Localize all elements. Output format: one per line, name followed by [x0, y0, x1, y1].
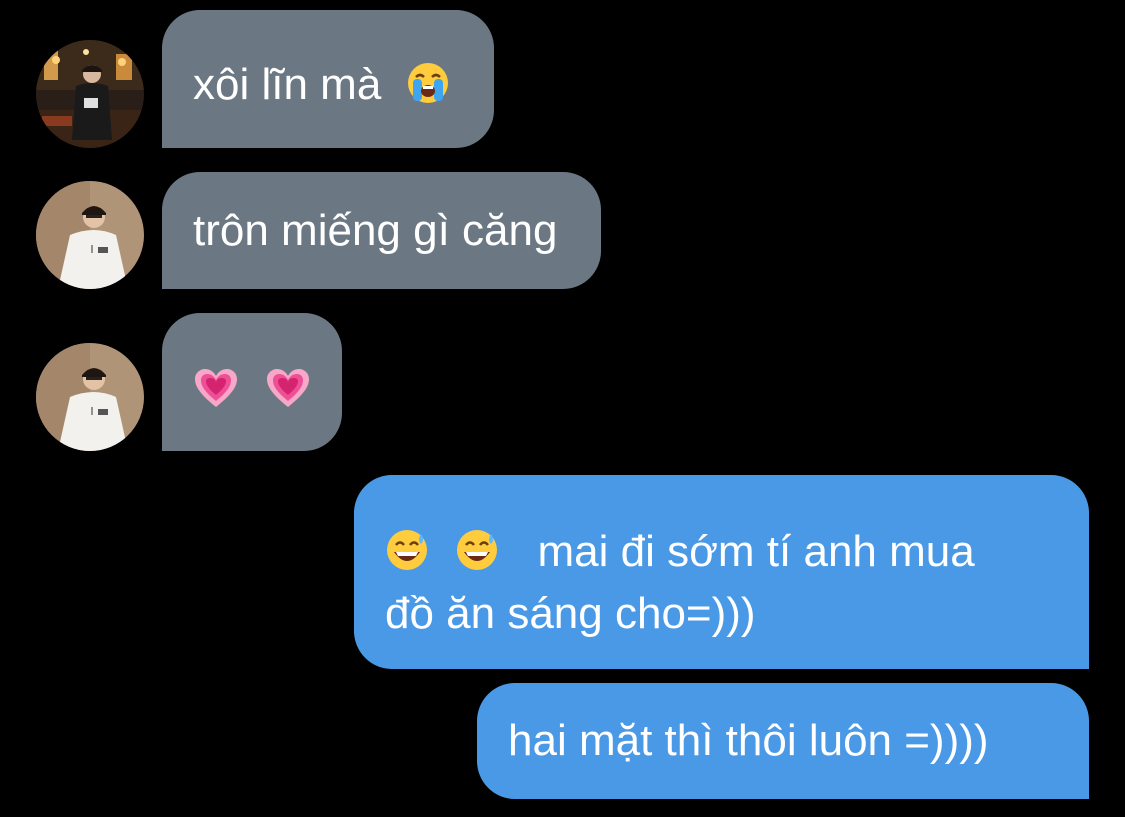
avatar-white-outfit[interactable] — [36, 181, 144, 289]
message-text: trôn miếng gì căng — [193, 206, 558, 255]
growing-heart-emoji — [193, 367, 239, 409]
outgoing-message-2[interactable]: hai mặt thì thôi luôn =)))) — [477, 683, 1089, 799]
grinning-face-with-sweat-emoji — [455, 528, 499, 572]
incoming-message-1[interactable]: xôi lĩn mà — [162, 10, 494, 148]
growing-heart-emoji — [265, 367, 311, 409]
loudly-crying-face-emoji — [406, 61, 450, 105]
avatar-white-outfit[interactable] — [36, 343, 144, 451]
incoming-message-3[interactable] — [162, 313, 342, 451]
avatar-night-city[interactable] — [36, 40, 144, 148]
message-text: đồ ăn sáng cho=))) — [385, 589, 756, 638]
incoming-message-2[interactable]: trôn miếng gì căng — [162, 172, 602, 289]
message-text: xôi lĩn mà — [193, 60, 382, 109]
outgoing-message-1[interactable]: mai đi sớm tí anh mua đồ ăn sáng cho=))) — [354, 475, 1089, 669]
grinning-face-with-sweat-emoji — [385, 528, 429, 572]
message-text: mai đi sớm tí anh mua — [537, 527, 975, 576]
message-text: hai mặt thì thôi luôn =)))) — [508, 716, 989, 765]
